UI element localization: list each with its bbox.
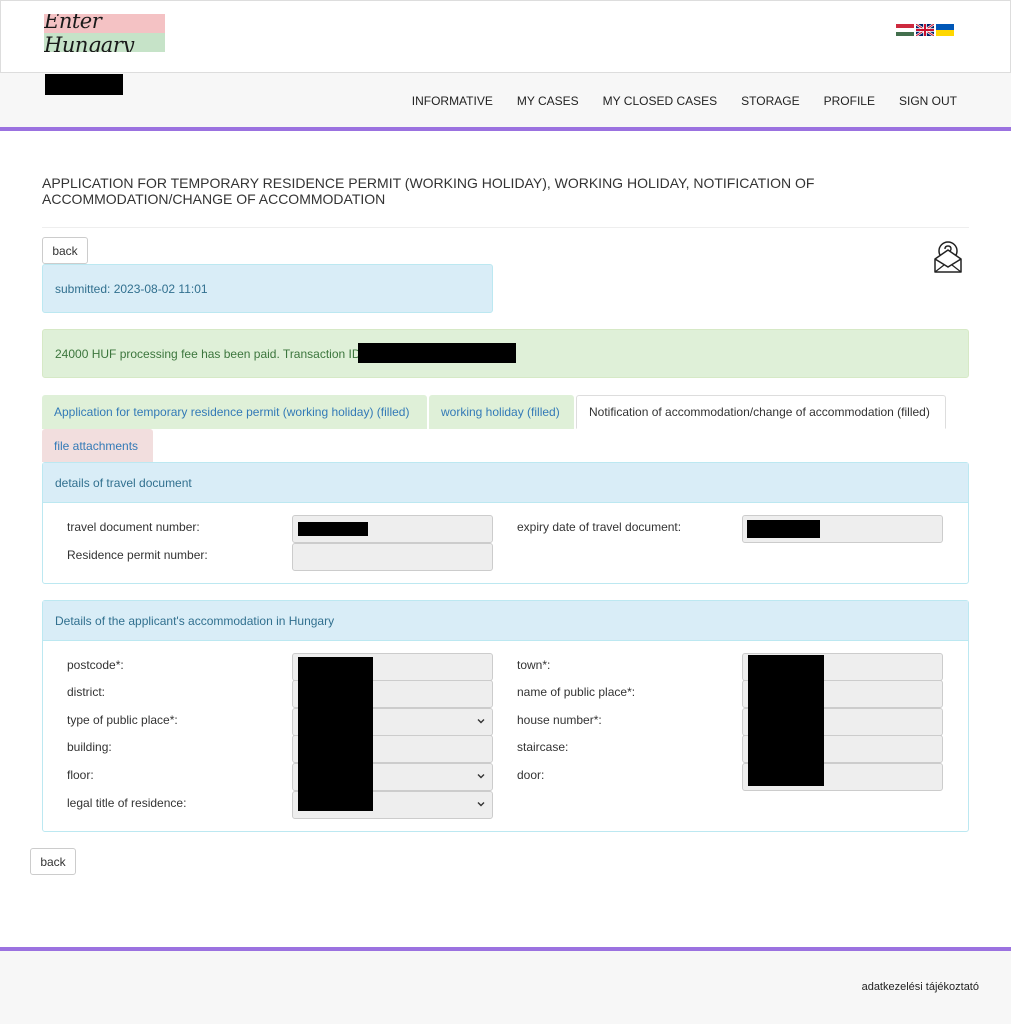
chevron-down-icon	[477, 774, 485, 779]
nav-storage[interactable]: STORAGE	[741, 94, 799, 108]
ukraine-flag-icon[interactable]	[936, 24, 954, 36]
type-of-public-place-label: type of public place*:	[67, 713, 178, 727]
footer: adatkezelési tájékoztató	[0, 947, 1011, 1024]
redacted-value	[747, 520, 820, 538]
residence-permit-number-field[interactable]	[292, 543, 493, 571]
nav-bar: INFORMATIVE MY CASES MY CLOSED CASES STO…	[0, 73, 1011, 131]
nav-informative[interactable]: INFORMATIVE	[412, 94, 493, 108]
help-mail-icon[interactable]	[933, 240, 963, 274]
tab-notification-of-accommodation[interactable]: Notification of accommodation/change of …	[576, 395, 946, 429]
expiry-date-label: expiry date of travel document:	[517, 520, 682, 534]
logo-text: Enter Hungary	[44, 14, 134, 52]
page-title: APPLICATION FOR TEMPORARY RESIDENCE PERM…	[42, 175, 815, 207]
title-divider	[42, 227, 969, 228]
uk-flag-icon[interactable]	[916, 24, 934, 36]
nav-my-cases[interactable]: MY CASES	[517, 94, 579, 108]
header-top: Enter Hungary	[0, 0, 1011, 73]
redacted-transaction-id	[358, 343, 516, 363]
fee-paid-alert: 24000 HUF processing fee has been paid. …	[42, 329, 969, 378]
town-label: town*:	[517, 658, 551, 672]
tab-file-attachments[interactable]: file attachments	[42, 429, 153, 462]
accommodation-heading: Details of the applicant's accommodation…	[43, 601, 968, 641]
floor-label: floor:	[67, 768, 94, 782]
legal-title-label: legal title of residence:	[67, 796, 187, 810]
back-button-bottom[interactable]: back	[30, 848, 76, 875]
chevron-down-icon	[477, 719, 485, 724]
postcode-label: postcode*:	[67, 658, 124, 672]
travel-document-number-label: travel document number:	[67, 520, 200, 534]
expiry-date-field[interactable]	[742, 515, 943, 543]
redacted-address-right	[748, 655, 824, 786]
name-of-public-place-label: name of public place*:	[517, 685, 636, 699]
house-number-label: house number*:	[517, 713, 602, 727]
tab-temporary-residence-permit[interactable]: Application for temporary residence perm…	[42, 395, 427, 429]
residence-permit-number-label: Residence permit number:	[67, 548, 208, 562]
main-nav: INFORMATIVE MY CASES MY CLOSED CASES STO…	[412, 94, 957, 108]
redacted-username	[45, 74, 123, 95]
door-label: door:	[517, 768, 545, 782]
district-label: district:	[67, 685, 106, 699]
tab-working-holiday[interactable]: working holiday (filled)	[429, 395, 574, 429]
staircase-label: staircase:	[517, 740, 569, 754]
privacy-notice-link[interactable]: adatkezelési tájékoztató	[862, 981, 979, 993]
language-selector	[896, 24, 954, 36]
nav-profile[interactable]: PROFILE	[824, 94, 875, 108]
logo[interactable]: Enter Hungary	[44, 14, 165, 52]
building-label: building:	[67, 740, 112, 754]
redacted-value	[298, 522, 368, 536]
fee-paid-text: 24000 HUF processing fee has been paid. …	[55, 347, 364, 361]
nav-sign-out[interactable]: SIGN OUT	[899, 94, 957, 108]
redacted-address-left	[298, 657, 373, 811]
chevron-down-icon	[477, 802, 485, 807]
submitted-alert: submitted: 2023-08-02 11:01	[42, 264, 493, 313]
nav-my-closed-cases[interactable]: MY CLOSED CASES	[603, 94, 717, 108]
hungary-flag-icon[interactable]	[896, 24, 914, 36]
travel-document-heading: details of travel document	[43, 463, 968, 503]
travel-document-number-field[interactable]	[292, 515, 493, 543]
back-button-top[interactable]: back	[42, 237, 88, 264]
